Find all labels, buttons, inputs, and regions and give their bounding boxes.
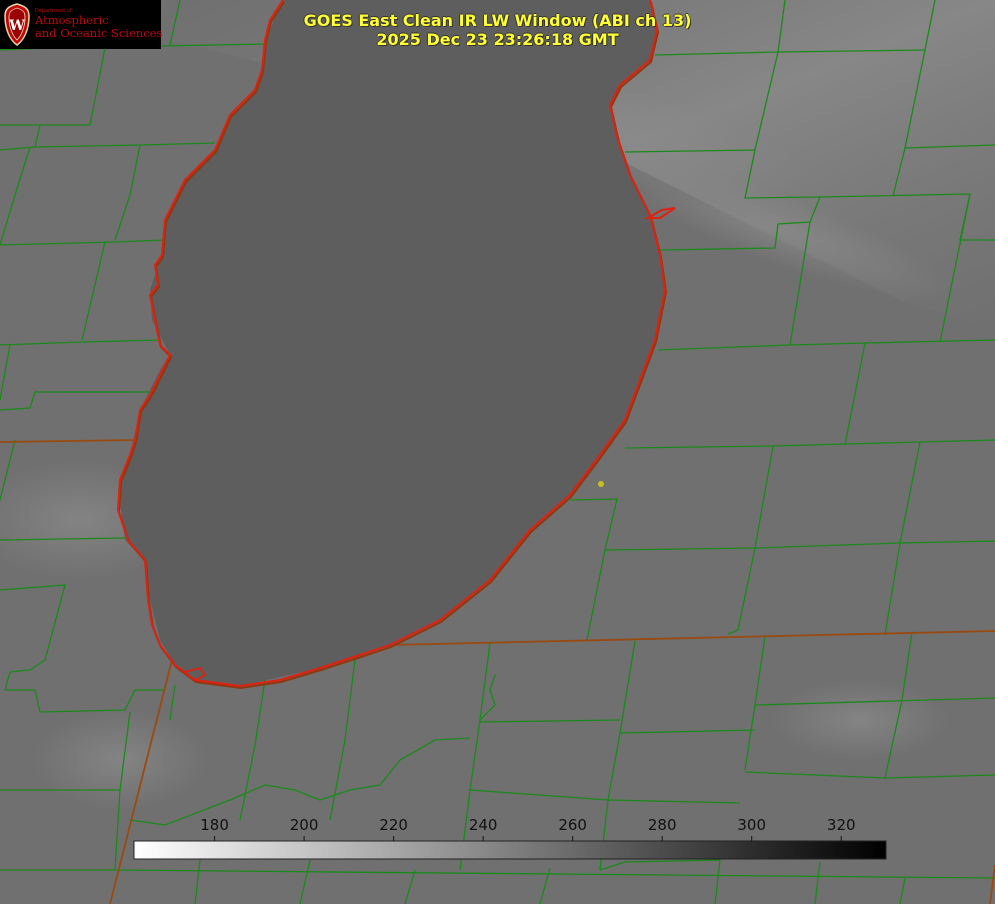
- cloud-patch: [770, 680, 950, 760]
- station-marker: [598, 481, 604, 487]
- title-line1: GOES East Clean IR LW Window (ABI ch 13): [303, 11, 692, 30]
- title-timestamp: 2025 Dec 23 23:26:18 GMT: [376, 30, 619, 49]
- satellite-map: [0, 0, 995, 904]
- satellite-image-viewer: 180 200 220 240 260 280 300 320 W Department of…: [0, 0, 995, 904]
- image-title: GOES East Clean IR LW Window (ABI ch 13)…: [0, 11, 995, 49]
- colorbar: [133, 840, 887, 860]
